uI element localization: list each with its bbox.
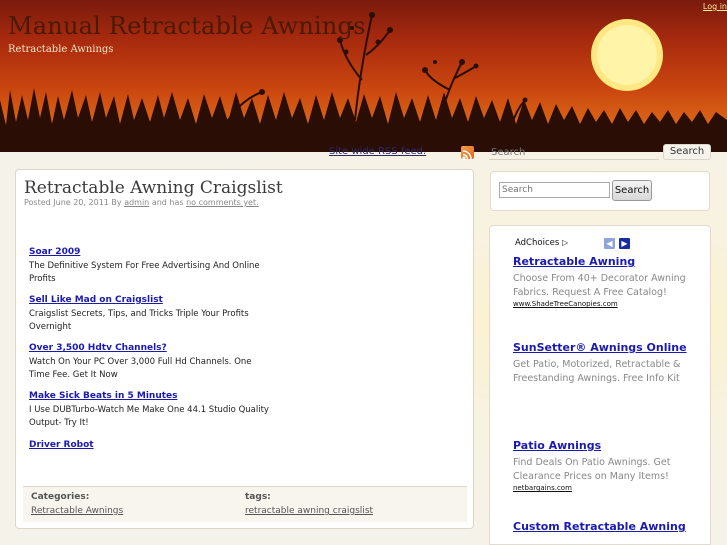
sidebar-search-input[interactable] (499, 182, 610, 198)
categories-label: Categories: (31, 492, 90, 502)
sidebar-ad-text: Find Deals On Patio Awnings. Get Clearan… (513, 457, 671, 482)
sidebar-ad-title[interactable]: Patio Awnings (513, 439, 703, 453)
adchoices-triangle-icon: ▷ (561, 238, 569, 247)
tag-link[interactable]: retractable awning craigslist (245, 506, 373, 516)
post-ad-title[interactable]: Driver Robot (29, 440, 269, 450)
sidebar-ad-url[interactable]: netbargains.com (513, 484, 703, 492)
post-meta-prefix: Posted June 20, 2011 By (24, 198, 122, 207)
adchoices-badge[interactable]: AdChoices ▷ (515, 238, 568, 248)
post-ad-item: Sell Like Mad on Craigslist Craigslist S… (29, 295, 269, 334)
header-search-button[interactable]: Search (663, 144, 711, 160)
sidebar-ad-item: Patio Awnings Find Deals On Patio Awning… (513, 439, 703, 492)
sidebar-ad-url[interactable]: www.ShadeTreeCanopies.com (513, 300, 703, 308)
sidebar-ad-title[interactable]: SunSetter® Awnings Online (513, 341, 703, 355)
category-link[interactable]: Retractable Awnings (31, 506, 123, 516)
header-search-input[interactable] (489, 145, 659, 160)
chevron-left-icon[interactable]: ◀ (604, 238, 615, 249)
post-ad-text: The Definitive System For Free Advertisi… (29, 261, 260, 284)
post-ad-item: Over 3,500 Hdtv Channels? Watch On Your … (29, 343, 269, 382)
post-ad-title[interactable]: Soar 2009 (29, 247, 269, 257)
sidebar-ad-block: AdChoices ▷ ◀ ▶ Retractable Awning Choos… (489, 225, 711, 545)
sidebar-ad-text: Choose From 40+ Decorator Awning Fabrics… (513, 273, 686, 298)
site-header: Manual Retractable Awnings Retractable A… (0, 0, 727, 160)
post-card: Retractable Awning Craigslist Posted Jun… (15, 169, 474, 529)
sidebar-ad-item: Custom Retractable Awning (513, 520, 703, 534)
tags-label: tags: (245, 492, 271, 502)
sidebar-ad-title[interactable]: Custom Retractable Awning (513, 520, 703, 534)
post-ad-text: I Use DUBTurbo-Watch Me Make One 44.1 St… (29, 405, 269, 428)
sidebar-search-button[interactable]: Search (612, 180, 652, 201)
chevron-right-icon[interactable]: ▶ (619, 238, 630, 249)
post-ad-item: Soar 2009 The Definitive System For Free… (29, 247, 269, 286)
sidebar-search-widget: Search (490, 171, 710, 211)
adchoices-label: AdChoices (515, 238, 560, 248)
post-footer: Categories: Retractable Awnings tags: re… (23, 486, 467, 522)
post-ad-title[interactable]: Make Sick Beats in 5 Minutes (29, 391, 269, 401)
login-link[interactable]: Log in (703, 2, 727, 11)
post-ad-text: Watch On Your PC Over 3,000 Full Hd Chan… (29, 357, 252, 380)
post-title[interactable]: Retractable Awning Craigslist (24, 178, 283, 198)
post-ad-item: Make Sick Beats in 5 Minutes I Use DUBTu… (29, 391, 269, 430)
site-description: Retractable Awnings (8, 44, 114, 55)
nav-bar: Site wide RSS feed. Search (0, 140, 727, 165)
sidebar-ad-item: SunSetter® Awnings Online Get Patio, Mot… (513, 341, 703, 385)
post-comments-link[interactable]: no comments yet. (186, 198, 259, 207)
post-ad-item: Driver Robot (29, 440, 269, 450)
post-meta-middle: and has (151, 198, 184, 207)
rss-icon[interactable] (461, 146, 474, 160)
sidebar-ad-text: Get Patio, Motorized, Retractable & Free… (513, 359, 681, 384)
sidebar-ad-title[interactable]: Retractable Awning (513, 255, 703, 269)
post-ad-title[interactable]: Sell Like Mad on Craigslist (29, 295, 269, 305)
post-author-link[interactable]: admin (124, 198, 149, 207)
rss-feed-link[interactable]: Site wide RSS feed. (329, 146, 426, 157)
post-ad-text: Craigslist Secrets, Tips, and Tricks Tri… (29, 309, 249, 332)
site-title[interactable]: Manual Retractable Awnings (8, 12, 366, 40)
post-meta: Posted June 20, 2011 By admin and has no… (24, 198, 259, 207)
sidebar-ad-item: Retractable Awning Choose From 40+ Decor… (513, 255, 703, 308)
post-ad-title[interactable]: Over 3,500 Hdtv Channels? (29, 343, 269, 353)
